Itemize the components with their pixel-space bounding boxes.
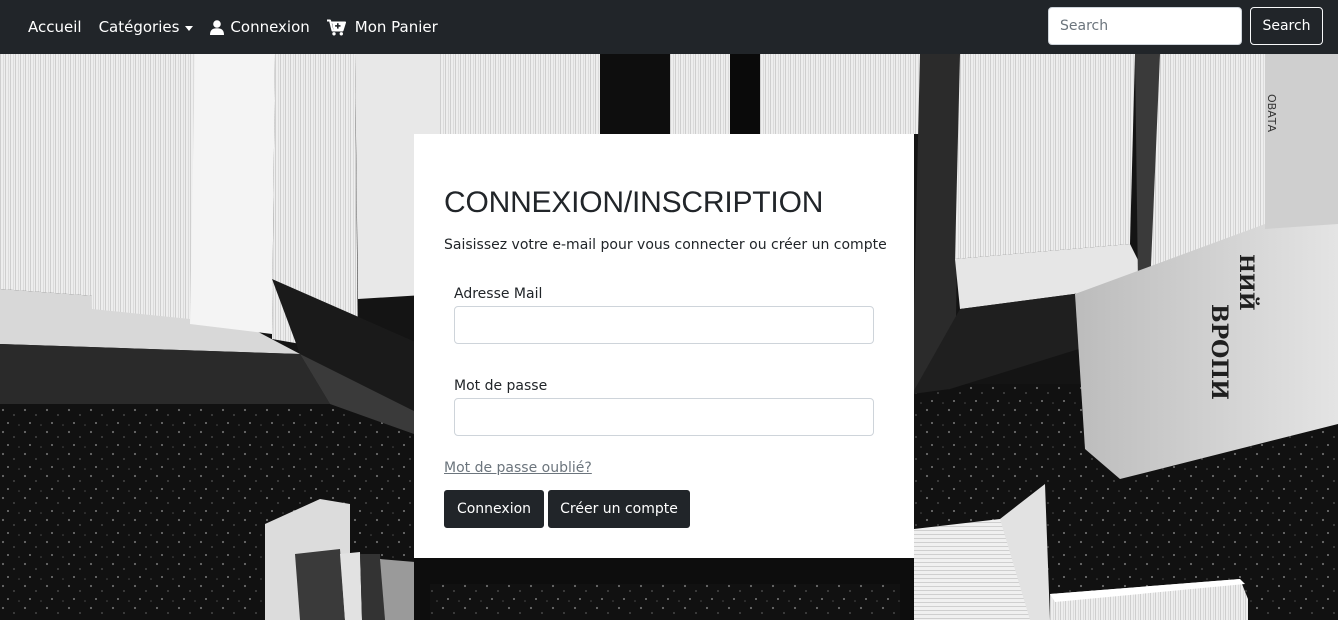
- password-label: Mot de passe: [454, 378, 548, 394]
- nav-login-label: Connexion: [230, 18, 310, 36]
- email-field[interactable]: [454, 306, 874, 344]
- login-button[interactable]: Connexion: [444, 490, 544, 528]
- nav-login-link[interactable]: Connexion: [210, 18, 310, 36]
- email-label: Adresse Mail: [454, 286, 543, 302]
- navbar: Accueil Catégories Connexion Mon Panier: [0, 0, 1338, 54]
- nav-categories-label: Catégories: [98, 18, 180, 36]
- svg-text:ОВАТА: ОВАТА: [1265, 94, 1278, 132]
- svg-text:НИЙ: НИЙ: [1235, 254, 1261, 311]
- search-button[interactable]: Search: [1250, 7, 1323, 45]
- nav-categories-dropdown[interactable]: Catégories: [99, 18, 194, 36]
- create-account-button[interactable]: Créer un compte: [548, 490, 690, 528]
- svg-text:ВРОПИ: ВРОПИ: [1206, 304, 1232, 400]
- login-subtitle: Saisissez votre e-mail pour vous connect…: [444, 237, 887, 253]
- nav-home-link[interactable]: Accueil: [28, 18, 82, 36]
- login-title: CONNEXION/INSCRIPTION: [444, 186, 824, 219]
- cart-plus-icon: [326, 19, 346, 36]
- nav-cart-link[interactable]: Mon Panier: [326, 18, 438, 36]
- user-icon: [210, 19, 225, 35]
- caret-down-icon: [185, 25, 194, 31]
- nav-cart-label: Mon Panier: [354, 18, 438, 36]
- nav-home-label: Accueil: [28, 18, 82, 36]
- login-card: CONNEXION/INSCRIPTION Saisissez votre e-…: [414, 134, 914, 558]
- search-input[interactable]: [1048, 7, 1242, 45]
- password-field[interactable]: [454, 398, 874, 436]
- forgot-password-link[interactable]: Mot de passe oublié?: [444, 460, 592, 476]
